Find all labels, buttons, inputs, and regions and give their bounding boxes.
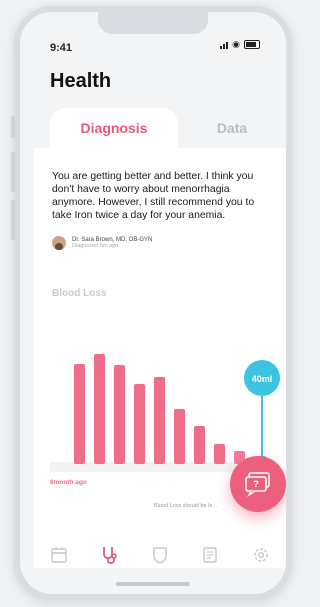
settings-icon: [254, 548, 268, 562]
mute-button: [11, 116, 15, 138]
chart-bar: [174, 409, 185, 464]
tab-bar: Diagnosis Data: [50, 108, 286, 148]
screen: 9:41 ◉ Health Diagnosis Data You are get…: [20, 12, 286, 594]
tab-data[interactable]: Data: [178, 108, 286, 148]
chart-bar: [154, 377, 165, 464]
home-indicator: [116, 582, 190, 586]
chart-bar: [134, 384, 145, 464]
stethoscope-icon: [102, 547, 117, 564]
status-time: 9:41: [50, 42, 73, 54]
callout-label: 40ml: [252, 374, 273, 384]
chart-bar: [94, 354, 105, 464]
chart-bar: [74, 364, 85, 464]
chart-bar: [194, 426, 205, 464]
chart-footnote: Blood Loss should be le...: [154, 503, 217, 509]
nav-shield[interactable]: [149, 544, 171, 566]
chart-bar: [214, 444, 225, 464]
nav-calendar[interactable]: [48, 544, 70, 566]
battery-icon: [244, 40, 260, 49]
signal-icon: [220, 41, 229, 49]
volume-up-button: [11, 152, 15, 192]
chat-button[interactable]: ?: [230, 456, 286, 512]
chat-question-icon: ?: [245, 472, 270, 497]
nav-document[interactable]: [199, 544, 221, 566]
doctor-subtitle: Diagnosed 5m ago: [72, 243, 119, 249]
doctor-avatar: [52, 236, 66, 250]
notch: [98, 12, 208, 34]
document-icon: [203, 547, 218, 563]
doctor-info: Dr. Sara Brown, MD, OB-GYN Diagnosed 5m …: [52, 236, 152, 250]
bottom-nav: [34, 540, 286, 570]
volume-down-button: [11, 200, 15, 240]
chart-start-label: 8month ago: [50, 479, 87, 486]
phone-frame: 9:41 ◉ Health Diagnosis Data You are get…: [11, 6, 292, 600]
chart-bar: [114, 365, 125, 464]
diagnosis-message: You are getting better and better. I thi…: [52, 171, 255, 221]
calendar-icon: [51, 547, 67, 563]
wifi-icon: ◉: [232, 39, 240, 49]
status-icons: ◉: [220, 40, 260, 49]
nav-settings[interactable]: [250, 544, 272, 566]
svg-text:?: ?: [253, 479, 259, 489]
page-title: Health: [50, 70, 112, 92]
tab-diagnosis[interactable]: Diagnosis: [50, 108, 178, 148]
shield-icon: [153, 547, 167, 564]
nav-diagnosis[interactable]: [99, 544, 121, 566]
